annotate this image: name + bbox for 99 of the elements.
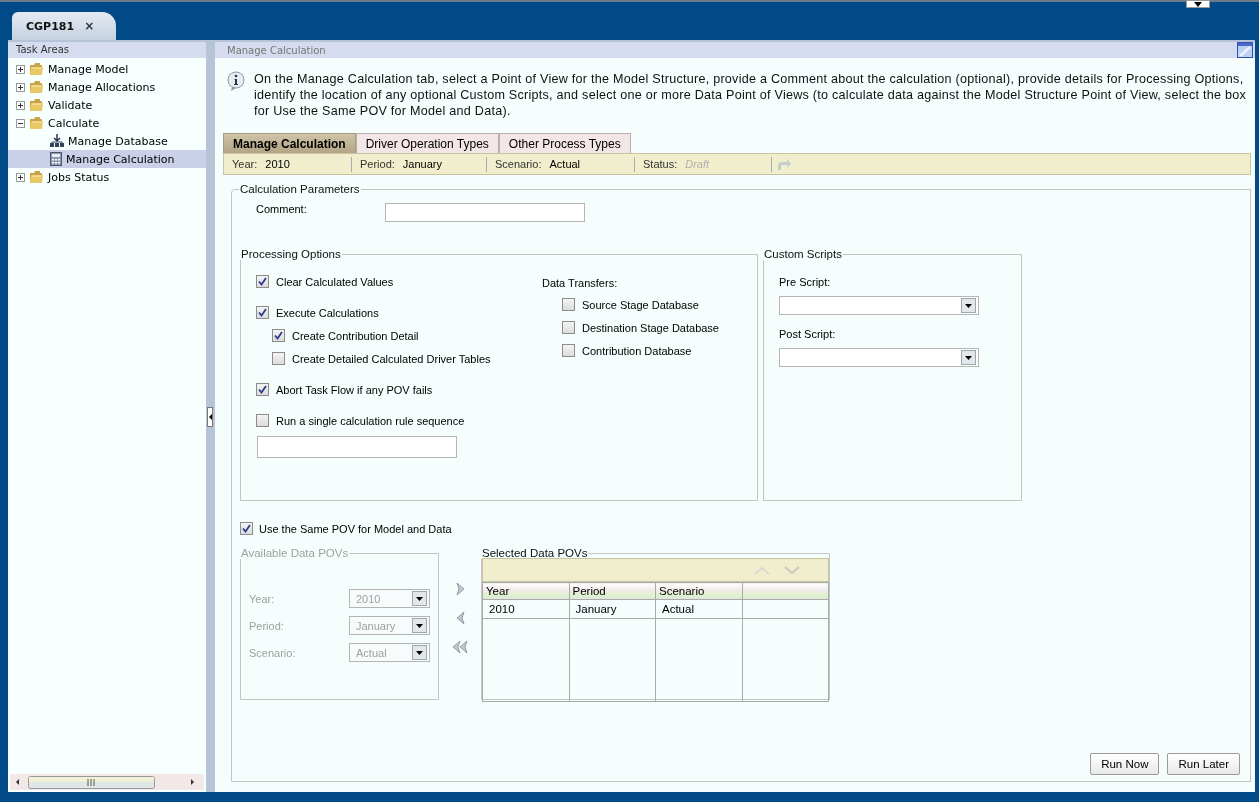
tab-label: CGP181 [26,19,75,33]
menu-dropdown-button[interactable] [1186,0,1210,8]
field-label: Period: [249,619,284,632]
checkbox[interactable] [256,306,269,319]
sequence-field[interactable] [257,436,457,458]
checkbox[interactable] [562,321,575,334]
dropdown-value: Actual [356,646,387,659]
dropdown-field[interactable] [779,348,979,367]
dropdown-value: January [356,619,396,632]
tab[interactable]: Other Process Types [498,133,631,153]
comment-field[interactable] [385,203,585,222]
document-tab[interactable]: CGP181 × [12,12,117,40]
folder-icon [29,80,44,94]
tree-item[interactable]: Jobs Status [8,168,206,186]
checkbox-label: Destination Stage Database [582,321,719,334]
chevron-right-icon[interactable] [454,582,466,596]
tree-item-label: Manage Database [68,134,168,148]
tree-item[interactable]: Calculate [8,114,206,132]
checkbox[interactable] [256,414,269,427]
tree-item-label: Jobs Status [48,170,110,184]
tree-item-label: Calculate [48,116,100,130]
dropdown-value: 2010 [356,592,381,605]
tree-item[interactable]: Manage Model [8,60,206,78]
double-chevron-left-icon[interactable] [451,640,469,654]
caret-icon [1194,1,1202,7]
field-label: Scenario: [249,646,296,659]
field-label: Year: [249,592,275,605]
maximize-icon[interactable] [1237,42,1253,58]
tree-item-label: Manage Allocations [48,80,156,94]
info-text: On the Manage Calculation tab, select a Point of View for the Model Structure, provide a Comment about the calculation (optional), provide details for Processing Options, identify the location of any optional Custom Scripts, and select one or more Data Point of Views (to calculate data against the Model Structure Point of View, select the box for Use the Same POV for Model and Data). [254,71,1248,119]
folder-icon [29,98,44,112]
field-label: Pre Script: [779,276,832,288]
checkbox-label: Contribution Database [582,344,692,357]
tab[interactable]: Driver Operation Types [355,133,499,153]
folder-icon [29,116,44,130]
checkbox[interactable] [256,383,269,396]
tree-item-label: Manage Calculation [66,152,175,166]
expand-icon[interactable] [16,82,25,92]
pov-value: Actual [549,158,581,170]
group-label: Data Transfers: [542,277,619,289]
tab[interactable]: Manage Calculation [223,133,356,153]
calculator-icon [50,152,62,166]
chevron-left-icon[interactable] [454,611,466,625]
section-title: Processing Options [240,248,342,260]
field-label: Comment: [255,202,308,215]
checkbox-label: Run a single calculation rule sequence [276,414,465,427]
tree-item[interactable]: Validate [8,96,206,114]
section-title: Available Data POVs [240,547,350,559]
panel-title: Manage Calculation [227,44,326,56]
table-cell: Actual [655,599,742,619]
table-cell: 2010 [482,599,569,619]
pov-value: January [402,158,442,170]
checkbox-label: Create Contribution Detail [292,329,419,342]
tree-item-label: Validate [48,98,93,112]
expand-icon[interactable] [16,100,25,110]
hierarchy-icon [50,134,64,148]
column-header[interactable]: Year [482,582,569,600]
checkbox[interactable] [240,522,253,535]
dropdown-field[interactable] [779,296,979,315]
tree-item[interactable]: Manage Database [8,132,206,150]
close-button[interactable]: × [84,19,95,33]
pov-label: Year: [232,158,258,170]
checkbox-label: Create Detailed Calculated Driver Tables [292,352,491,365]
column-header[interactable]: Scenario [655,582,742,600]
tree-item[interactable]: Manage Calculation [8,150,206,168]
folder-icon [29,170,44,184]
pov-value: 2010 [265,158,290,170]
action-button[interactable]: Run Later [1167,753,1240,775]
column-header[interactable]: Period [569,582,656,600]
checkbox-label: Use the Same POV for Model and Data [259,522,452,535]
checkbox[interactable] [272,352,285,365]
pov-value: Draft [685,158,710,170]
section-title: Custom Scripts [763,248,843,260]
expand-icon[interactable] [16,64,25,74]
pov-label: Period: [360,158,395,170]
table-cell: January [569,599,656,619]
pov-label: Status: [643,158,678,170]
checkbox-label: Source Stage Database [582,298,699,311]
collapse-icon[interactable] [16,118,25,128]
horizontal-scrollbar[interactable] [10,774,204,790]
pov-label: Scenario: [495,158,542,170]
expand-icon[interactable] [16,172,25,182]
checkbox[interactable] [272,329,285,342]
action-button[interactable]: Run Now [1090,753,1160,775]
info-icon [227,71,245,91]
field-label: Post Script: [779,328,837,340]
section-title: Calculation Parameters [239,183,361,195]
checkbox[interactable] [256,275,269,288]
checkbox[interactable] [562,298,575,311]
checkbox-label: Execute Calculations [276,306,379,319]
folder-icon [29,62,44,76]
section-title: Selected Data POVs [481,547,589,559]
checkbox[interactable] [562,344,575,357]
collapse-handle[interactable] [207,407,213,427]
tree-item-label: Manage Model [48,62,129,76]
checkbox-label: Clear Calculated Values [276,275,394,288]
tree-item[interactable]: Manage Allocations [8,78,206,96]
checkbox-label: Abort Task Flow if any POV fails [276,383,433,396]
panel-title: Task Areas [8,42,206,58]
